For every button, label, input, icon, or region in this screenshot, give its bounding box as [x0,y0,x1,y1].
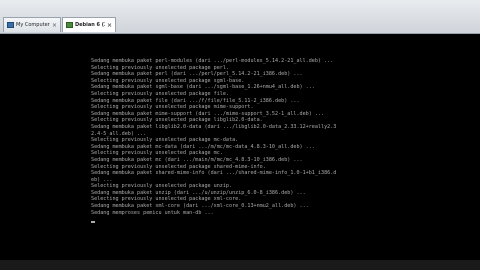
close-icon[interactable]: × [50,22,57,29]
terminal-line: Selecting previously unselected package … [91,104,254,111]
terminal-line: Sedang membuka paket libglib2.0-data (da… [91,123,337,130]
vm-icon [66,22,73,28]
terminal-line: Sedang memproses pemicu untuk man-db ... [91,209,214,216]
close-icon[interactable]: × [105,22,112,29]
terminal-line: Sedang membuka paket mime-support (dari … [91,110,325,117]
terminal-line: eb) ... [91,176,113,183]
terminal-line: Selecting previously unselected package … [91,90,230,97]
computer-icon [7,22,14,28]
terminal-line: Sedang membuka paket mc (dari .../main/m… [91,156,303,163]
terminal-line: Sedang membuka paket perl-modules (dari … [91,58,334,64]
terminal-line: Sedang membuka paket sgml-base (dari ...… [91,84,315,91]
terminal-line: Selecting previously unselected package … [91,77,245,84]
terminal-line: Sedang membuka paket file (dari .../f/fi… [91,97,300,104]
terminal-line: Sedang membuka paket xml-core (dari .../… [91,203,309,210]
status-bar [0,260,480,270]
terminal-output: Sedang membuka paket perl-modules (dari … [91,58,391,216]
terminal-line: Sedang membuka paket perl (dari .../perl… [91,71,303,78]
terminal-line: Selecting previously unselected package … [91,196,242,203]
tab-debian-vm[interactable]: Debian 6 (32) × [62,17,116,32]
tab-my-computer[interactable]: My Computer × [3,17,61,32]
terminal-line: Selecting previously unselected package … [91,117,263,124]
tab-bar: My Computer × Debian 6 (32) × [0,0,480,34]
terminal-line: Sedang membuka paket mc-data (dari .../m… [91,143,315,150]
terminal-line: Selecting previously unselected package … [91,64,230,71]
terminal-line: Selecting previously unselected package … [91,163,266,170]
tab-label: Debian 6 (32) [75,22,105,28]
terminal-line: Sedang membuka paket shared-mime-info (d… [91,170,337,177]
tab-label: My Computer [16,22,50,28]
terminal-line: Selecting previously unselected package … [91,150,223,157]
terminal-line: 2.4-5_all.deb) ... [91,130,147,137]
terminal-line: Selecting previously unselected package … [91,183,233,190]
text-cursor [91,221,95,223]
terminal-line: Selecting previously unselected package … [91,137,239,144]
terminal-line: Sedang membuka paket unzip (dari .../u/u… [91,189,306,196]
